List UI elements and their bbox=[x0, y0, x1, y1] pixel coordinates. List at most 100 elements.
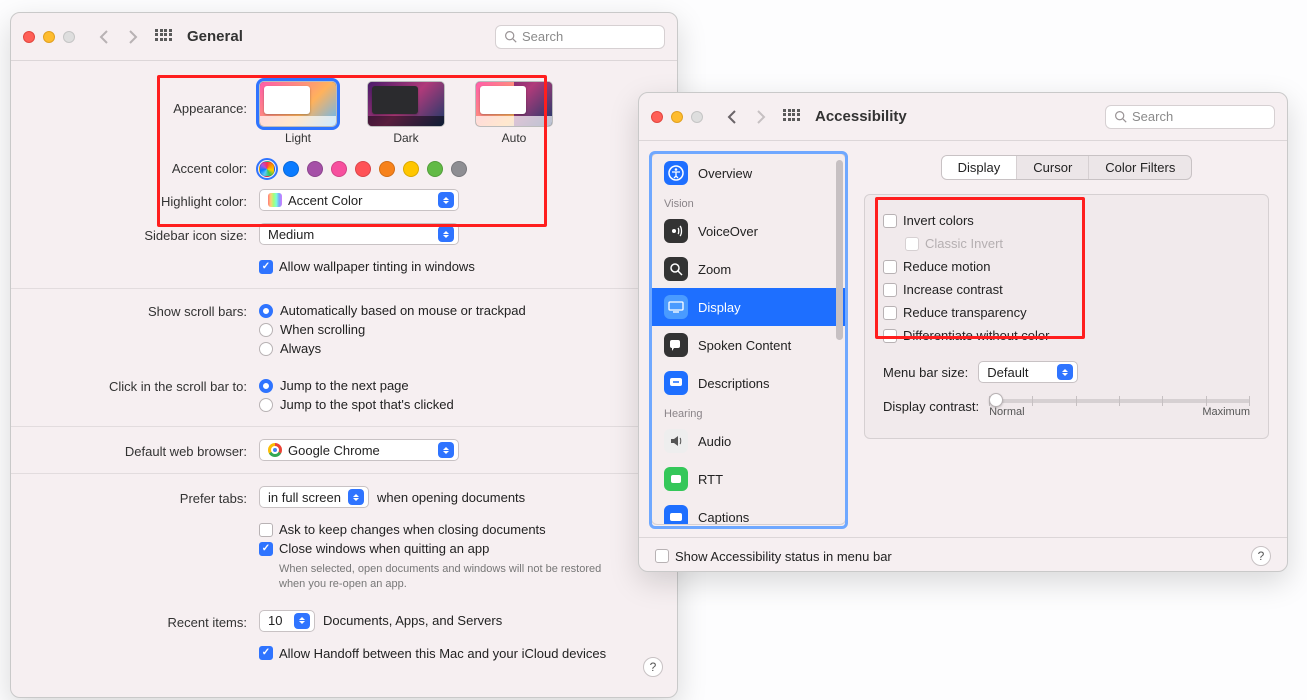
reduce-motion-checkbox[interactable]: Reduce motion bbox=[883, 255, 1250, 278]
help-button[interactable]: ? bbox=[643, 657, 663, 677]
general-titlebar: General Search bbox=[11, 13, 677, 61]
descriptions-icon bbox=[664, 371, 688, 395]
scroll-bars-label: Show scroll bars: bbox=[29, 301, 259, 319]
captions-icon bbox=[664, 505, 688, 525]
back-button[interactable] bbox=[93, 27, 113, 47]
show-status-menubar-checkbox[interactable]: Show Accessibility status in menu bar bbox=[655, 547, 892, 566]
highlight-color-select[interactable]: Accent Color bbox=[259, 189, 459, 211]
sidebar-item-display[interactable]: Display bbox=[652, 288, 845, 326]
forward-button[interactable] bbox=[123, 27, 143, 47]
differentiate-color-checkbox[interactable]: Differentiate without color bbox=[883, 324, 1250, 347]
sidebar-item-audio[interactable]: Audio bbox=[652, 422, 845, 460]
tab-color-filters[interactable]: Color Filters bbox=[1088, 156, 1191, 179]
traffic-lights bbox=[651, 111, 703, 123]
scroll-when-scrolling-radio[interactable]: When scrolling bbox=[259, 320, 659, 339]
accent-graphite[interactable] bbox=[451, 161, 467, 177]
appearance-light[interactable]: Light bbox=[259, 81, 337, 145]
minimize-icon[interactable] bbox=[671, 111, 683, 123]
tab-cursor[interactable]: Cursor bbox=[1016, 156, 1088, 179]
minimize-icon[interactable] bbox=[43, 31, 55, 43]
checkbox-icon bbox=[259, 542, 273, 556]
show-all-button[interactable] bbox=[781, 107, 801, 127]
scrollbar[interactable] bbox=[836, 160, 843, 340]
display-panel: Invert colors Classic Invert Reduce moti… bbox=[864, 194, 1269, 439]
accent-pink[interactable] bbox=[331, 161, 347, 177]
accent-orange[interactable] bbox=[379, 161, 395, 177]
menu-bar-size-select[interactable]: Default bbox=[978, 361, 1078, 383]
prefer-tabs-select[interactable]: in full screen bbox=[259, 486, 369, 508]
help-button[interactable]: ? bbox=[1251, 546, 1271, 566]
recent-items-select[interactable]: 10 bbox=[259, 610, 315, 632]
close-icon[interactable] bbox=[23, 31, 35, 43]
scroll-auto-radio[interactable]: Automatically based on mouse or trackpad bbox=[259, 301, 659, 320]
recent-items-label: Recent items: bbox=[29, 612, 259, 630]
appearance-dark[interactable]: Dark bbox=[367, 81, 445, 145]
accent-purple[interactable] bbox=[307, 161, 323, 177]
chrome-icon bbox=[268, 443, 282, 457]
back-button[interactable] bbox=[721, 107, 741, 127]
sidebar-size-label: Sidebar icon size: bbox=[29, 225, 259, 243]
sidebar-item-zoom[interactable]: Zoom bbox=[652, 250, 845, 288]
search-input[interactable]: Search bbox=[1105, 105, 1275, 129]
default-browser-select[interactable]: Google Chrome bbox=[259, 439, 459, 461]
tab-display[interactable]: Display bbox=[942, 156, 1017, 179]
invert-colors-checkbox[interactable]: Invert colors bbox=[883, 209, 1250, 232]
show-all-button[interactable] bbox=[153, 27, 173, 47]
accent-multicolor[interactable] bbox=[259, 161, 275, 177]
display-contrast-slider[interactable] bbox=[989, 399, 1250, 403]
increase-contrast-checkbox[interactable]: Increase contrast bbox=[883, 278, 1250, 301]
appearance-auto[interactable]: Auto bbox=[475, 81, 553, 145]
select-arrows-icon bbox=[294, 613, 310, 629]
window-title: General bbox=[187, 28, 243, 45]
display-icon bbox=[664, 295, 688, 319]
ask-keep-checkbox[interactable]: Ask to keep changes when closing documen… bbox=[259, 520, 659, 539]
checkbox-icon bbox=[259, 523, 273, 537]
highlight-color-label: Highlight color: bbox=[29, 191, 259, 209]
accent-yellow[interactable] bbox=[403, 161, 419, 177]
traffic-lights bbox=[23, 31, 75, 43]
sidebar-item-captions[interactable]: Captions bbox=[652, 498, 845, 525]
zoom-icon[interactable] bbox=[691, 111, 703, 123]
forward-button[interactable] bbox=[751, 107, 771, 127]
sidebar-item-voiceover[interactable]: VoiceOver bbox=[652, 212, 845, 250]
prefer-tabs-suffix: when opening documents bbox=[377, 490, 525, 505]
wallpaper-tint-checkbox[interactable]: Allow wallpaper tinting in windows bbox=[259, 257, 659, 276]
accent-green[interactable] bbox=[427, 161, 443, 177]
accessibility-preferences-window: Accessibility Search Overview Vision Voi… bbox=[638, 92, 1288, 572]
classic-invert-checkbox: Classic Invert bbox=[905, 232, 1250, 255]
select-arrows-icon bbox=[438, 192, 454, 208]
search-placeholder: Search bbox=[1132, 109, 1173, 124]
close-windows-checkbox[interactable]: Close windows when quitting an app bbox=[259, 539, 659, 558]
general-body: Appearance: Light Dark Auto bbox=[11, 61, 677, 687]
search-input[interactable]: Search bbox=[495, 25, 665, 49]
select-arrows-icon bbox=[438, 226, 454, 242]
accessibility-icon bbox=[664, 161, 688, 185]
checkbox-icon bbox=[259, 646, 273, 660]
handoff-checkbox[interactable]: Allow Handoff between this Mac and your … bbox=[259, 644, 659, 663]
accessibility-sidebar: Overview Vision VoiceOver Zoom Display S… bbox=[651, 153, 846, 525]
highlight-swatch-icon bbox=[268, 193, 282, 207]
click-next-page-radio[interactable]: Jump to the next page bbox=[259, 376, 659, 395]
zoom-icon[interactable] bbox=[63, 31, 75, 43]
close-icon[interactable] bbox=[651, 111, 663, 123]
accent-red[interactable] bbox=[355, 161, 371, 177]
display-contrast-label: Display contrast: bbox=[883, 399, 979, 414]
accessibility-main: Display Cursor Color Filters Invert colo… bbox=[858, 141, 1287, 537]
sidebar-size-select[interactable]: Medium bbox=[259, 223, 459, 245]
sidebar-item-overview[interactable]: Overview bbox=[652, 154, 845, 192]
accent-blue[interactable] bbox=[283, 161, 299, 177]
sidebar-item-rtt[interactable]: RTT bbox=[652, 460, 845, 498]
contrast-min-label: Normal bbox=[989, 406, 1024, 418]
sidebar-item-descriptions[interactable]: Descriptions bbox=[652, 364, 845, 402]
reduce-transparency-checkbox[interactable]: Reduce transparency bbox=[883, 301, 1250, 324]
search-icon bbox=[504, 30, 517, 43]
grid-icon bbox=[783, 109, 799, 125]
click-jump-spot-radio[interactable]: Jump to the spot that's clicked bbox=[259, 395, 659, 414]
contrast-max-label: Maximum bbox=[1202, 406, 1250, 418]
select-arrows-icon bbox=[348, 489, 364, 505]
scroll-always-radio[interactable]: Always bbox=[259, 339, 659, 358]
recent-items-suffix: Documents, Apps, and Servers bbox=[323, 613, 502, 628]
sidebar-heading-vision: Vision bbox=[652, 192, 845, 212]
window-title: Accessibility bbox=[815, 108, 907, 125]
sidebar-item-spoken-content[interactable]: Spoken Content bbox=[652, 326, 845, 364]
